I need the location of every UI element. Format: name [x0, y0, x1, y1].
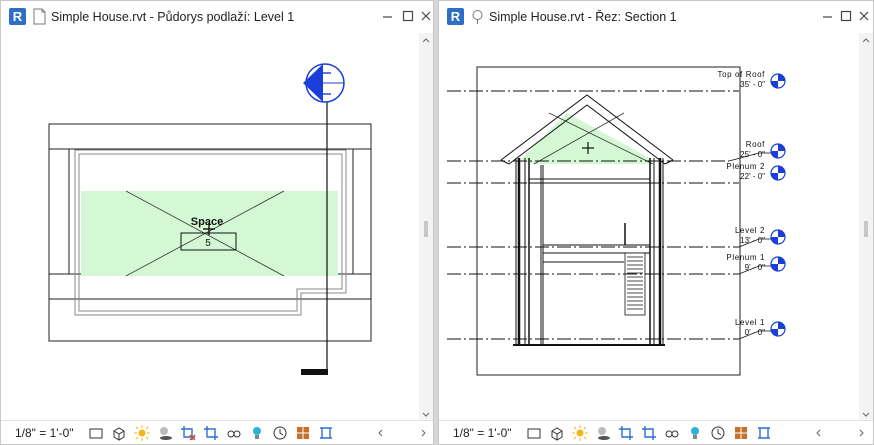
level-name[interactable]: Level 1 [735, 318, 765, 327]
level-elevation[interactable]: 13' - 0" [740, 236, 765, 245]
close-icon[interactable] [857, 9, 871, 23]
temp-hide-icon[interactable] [663, 424, 681, 442]
view-scale[interactable]: 1/8" = 1'-0" [15, 426, 74, 440]
level-head-icon[interactable] [770, 256, 786, 272]
lightbulb-icon[interactable] [248, 424, 266, 442]
constraints-icon[interactable] [317, 424, 335, 442]
scroll-up-icon[interactable] [861, 35, 871, 45]
level-name[interactable]: Plenum 2 [726, 162, 765, 171]
scroll-up-icon[interactable] [421, 35, 431, 45]
floor-plan-canvas[interactable]: Space 5 [1, 33, 419, 422]
section-view-icon [472, 10, 483, 24]
sun-icon[interactable] [571, 424, 589, 442]
level-head-icon[interactable] [770, 143, 786, 159]
view-title: Simple House.rvt - Půdorys podlaží: Leve… [51, 10, 295, 24]
scroll-right-icon[interactable] [419, 428, 429, 438]
level-name[interactable]: Top of Roof [717, 70, 765, 79]
level-elevation[interactable]: 25' - 0" [740, 150, 765, 159]
section-view-window[interactable]: R Simple House.rvt - Řez: Section 1 Top … [438, 0, 874, 445]
close-icon[interactable] [419, 9, 433, 23]
hide-crop-icon[interactable] [202, 424, 220, 442]
level-head-icon[interactable] [770, 73, 786, 89]
scroll-right-icon[interactable] [857, 428, 867, 438]
worksharing-icon[interactable] [709, 424, 727, 442]
worksharing-icon[interactable] [271, 424, 289, 442]
vertical-scrollbar[interactable] [859, 33, 873, 422]
stair [624, 252, 646, 316]
level-head-icon[interactable] [770, 165, 786, 181]
crop-icon[interactable] [617, 424, 635, 442]
crop-icon[interactable] [179, 424, 197, 442]
shadows-icon[interactable] [156, 424, 174, 442]
level-elevation[interactable]: 0' - 0" [745, 328, 766, 337]
view-titlebar[interactable]: R Simple House.rvt - Řez: Section 1 [439, 1, 873, 33]
sun-icon[interactable] [133, 424, 151, 442]
level-name[interactable]: Plenum 1 [726, 253, 765, 262]
temp-hide-icon[interactable] [225, 424, 243, 442]
3d-view-icon[interactable] [548, 424, 566, 442]
scroll-thumb[interactable] [864, 221, 868, 237]
scroll-down-icon[interactable] [861, 410, 871, 420]
view-title: Simple House.rvt - Řez: Section 1 [489, 10, 677, 24]
space-tag-name[interactable]: Space [191, 216, 223, 228]
lightbulb-icon[interactable] [686, 424, 704, 442]
view-control-bar: 1/8" = 1'-0" [1, 420, 433, 444]
scroll-down-icon[interactable] [421, 410, 431, 420]
floor-plan-view-window[interactable]: R Simple House.rvt - Půdorys podlaží: Le… [0, 0, 434, 445]
analytic-model-icon[interactable] [294, 424, 312, 442]
scroll-thumb[interactable] [424, 221, 428, 237]
building-walls [513, 158, 665, 346]
level-lines: Top of Roof35' - 0" Roof25' - 0" Plenum 22… [447, 70, 786, 340]
view-scale[interactable]: 1/8" = 1'-0" [453, 426, 512, 440]
level-head-icon[interactable] [770, 229, 786, 245]
document-icon [33, 8, 46, 25]
model-graphics-icon[interactable] [525, 424, 543, 442]
minimize-icon[interactable] [821, 9, 835, 23]
revit-app-icon: R [9, 8, 26, 25]
view-controls [87, 424, 335, 442]
minimize-icon[interactable] [381, 9, 395, 23]
level-head-icon[interactable] [770, 321, 786, 337]
revit-app-icon: R [447, 8, 464, 25]
hide-crop-icon[interactable] [640, 424, 658, 442]
space-tag-number[interactable]: 5 [205, 238, 211, 249]
vertical-scrollbar[interactable] [419, 33, 433, 422]
constraints-icon[interactable] [755, 424, 773, 442]
level-name[interactable]: Roof [746, 140, 765, 149]
analytic-model-icon[interactable] [732, 424, 750, 442]
shadows-icon[interactable] [594, 424, 612, 442]
view-controls [525, 424, 773, 442]
level-elevation[interactable]: 35' - 0" [740, 80, 765, 89]
scroll-left-icon[interactable] [375, 428, 385, 438]
view-titlebar[interactable]: R Simple House.rvt - Půdorys podlaží: Le… [1, 1, 433, 33]
scroll-left-icon[interactable] [813, 428, 823, 438]
space-region[interactable] [521, 113, 653, 164]
level-elevation[interactable]: 22' - 0" [740, 172, 765, 181]
level-name[interactable]: Level 2 [735, 226, 765, 235]
model-graphics-icon[interactable] [87, 424, 105, 442]
level-elevation[interactable]: 9' - 0" [745, 263, 766, 272]
maximize-icon[interactable] [401, 9, 415, 23]
3d-view-icon[interactable] [110, 424, 128, 442]
view-control-bar: 1/8" = 1'-0" [439, 420, 873, 444]
section-canvas[interactable]: Top of Roof35' - 0" Roof25' - 0" Plenum 22… [439, 33, 857, 422]
maximize-icon[interactable] [839, 9, 853, 23]
